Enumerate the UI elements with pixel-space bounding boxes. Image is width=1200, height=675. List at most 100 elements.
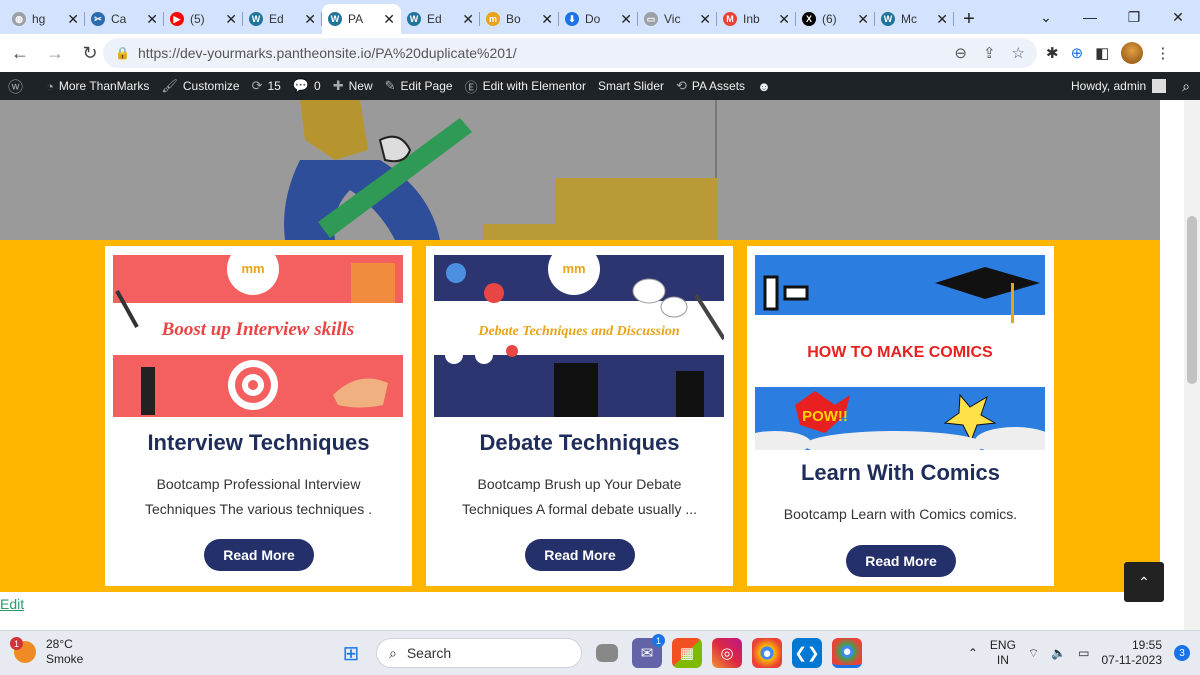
browser-tab[interactable]: m Bo ✕ <box>480 4 559 34</box>
my-account-item[interactable]: Howdy, admin <box>1065 72 1172 100</box>
forward-button[interactable]: → <box>40 43 70 64</box>
scroll-to-top-button[interactable]: ⌃ <box>1124 562 1164 602</box>
reload-button[interactable]: ↻ <box>75 43 105 64</box>
card-title[interactable]: Interview Techniques <box>105 430 412 456</box>
chrome-icon[interactable]: ● <box>832 638 862 668</box>
tab-close-icon[interactable]: ✕ <box>67 11 79 28</box>
clock[interactable]: 19:55 07-11-2023 <box>1102 638 1163 668</box>
volume-icon[interactable]: 🔈 <box>1051 646 1066 660</box>
tab-close-icon[interactable]: ✕ <box>462 11 474 28</box>
tab-favicon-icon: ▭ <box>644 12 658 26</box>
admin-search-item[interactable]: ⌕ <box>1172 72 1200 100</box>
comments-item[interactable]: 💬 0 <box>287 72 327 100</box>
tab-close-icon[interactable]: ✕ <box>699 11 711 28</box>
profile-avatar[interactable] <box>1121 42 1144 64</box>
wp-logo[interactable]: ⓦ <box>0 72 40 100</box>
side-panel-icon[interactable]: ◧ <box>1095 44 1109 62</box>
wifi-icon[interactable]: ⌔ <box>1028 646 1039 661</box>
tab-close-icon[interactable]: ✕ <box>146 11 158 28</box>
zoom-icon[interactable]: ⊖ <box>954 44 967 62</box>
edit-link[interactable]: Edit <box>0 596 24 612</box>
tab-title: Bo <box>506 12 521 26</box>
tab-title: hg <box>32 12 46 26</box>
new-tab-button[interactable]: + <box>954 4 984 34</box>
browser-tab[interactable]: ✂ Ca ✕ <box>85 4 164 34</box>
vscode-icon[interactable]: ❮❯ <box>792 638 822 668</box>
notification-badge[interactable]: 3 <box>1174 645 1190 661</box>
updates-item[interactable]: ⟳ 15 <box>246 72 287 100</box>
taskbar-search[interactable]: ⌕ Search <box>376 638 582 668</box>
site-name-item[interactable]: ◔ More ThanMarks <box>40 72 155 100</box>
browser-tab[interactable]: W Ed ✕ <box>401 4 480 34</box>
instagram-icon[interactable]: ◎ <box>712 638 742 668</box>
customize-item[interactable]: 🖌 Customize <box>155 72 245 100</box>
read-more-button[interactable]: Read More <box>204 539 314 571</box>
new-content-item[interactable]: ✚ New <box>327 72 379 100</box>
tab-close-icon[interactable]: ✕ <box>304 11 316 28</box>
tab-close-icon[interactable]: ✕ <box>541 11 553 28</box>
tab-close-icon[interactable]: ✕ <box>936 11 948 28</box>
browser-tab[interactable]: X (6) ✕ <box>796 4 875 34</box>
language-indicator[interactable]: ENG IN <box>990 638 1016 668</box>
tab-search-icon[interactable]: ⌄ <box>1024 9 1068 26</box>
tab-close-icon[interactable]: ✕ <box>778 11 790 28</box>
browser-tab[interactable]: W Ed ✕ <box>243 4 322 34</box>
scrollbar-thumb[interactable] <box>1187 216 1197 384</box>
elementor-item[interactable]: Ⓔ Edit with Elementor <box>459 72 592 100</box>
hero-image <box>0 100 1160 240</box>
smiley-item[interactable]: ☻ <box>751 72 782 100</box>
chat-icon[interactable]: ✉ 1 <box>632 634 665 668</box>
card-thumbnail[interactable]: mm Boost up Interview skills <box>113 255 403 417</box>
page-scrollbar[interactable] <box>1184 100 1200 630</box>
dashboard-icon: ◔ <box>46 78 54 94</box>
browser-tab[interactable]: ▶ (5) ✕ <box>164 4 243 34</box>
close-window-button[interactable]: ✕ <box>1156 9 1200 26</box>
address-bar[interactable]: 🔒 https://dev-yourmarks.pantheonsite.io/… <box>103 38 1037 68</box>
pa-assets-item[interactable]: ⟲ PA Assets <box>670 72 751 100</box>
browser-tab[interactable]: M Inb ✕ <box>717 4 796 34</box>
lock-icon[interactable]: 🔒 <box>115 46 130 60</box>
browser-tab[interactable]: ◍ hg ✕ <box>6 4 85 34</box>
browser-tab[interactable]: ▭ Vic ✕ <box>638 4 717 34</box>
task-view-icon[interactable] <box>596 644 618 662</box>
share-icon[interactable]: ⇪ <box>983 44 996 62</box>
tab-favicon-icon: ⬇ <box>565 12 579 26</box>
extensions-puzzle-icon[interactable]: ✱ <box>1046 44 1059 62</box>
course-card: HOW TO MAKE COMICS POW!! Learn With Comi… <box>747 246 1054 586</box>
start-button[interactable]: ⊞ <box>336 638 366 668</box>
customize-label: Customize <box>182 79 240 93</box>
microsoft-store-icon[interactable]: ▦ <box>672 638 702 668</box>
tab-close-icon[interactable]: ✕ <box>383 11 395 28</box>
download-icon[interactable]: ⊕ <box>1071 44 1084 62</box>
browser-toolbar: ← → ↻ 🔒 https://dev-yourmarks.pantheonsi… <box>0 34 1200 72</box>
card-title[interactable]: Learn With Comics <box>747 460 1054 486</box>
svg-text:mm: mm <box>562 261 585 276</box>
banner-title: HOW TO MAKE COMICS <box>807 344 993 361</box>
tab-close-icon[interactable]: ✕ <box>620 11 632 28</box>
battery-icon[interactable]: ▭ <box>1078 646 1089 660</box>
read-more-button[interactable]: Read More <box>525 539 635 571</box>
new-label: New <box>348 79 373 93</box>
browser-tab[interactable]: W Mc ✕ <box>875 4 954 34</box>
chrome-canary-icon[interactable]: ● <box>752 638 782 668</box>
interview-banner: mm Boost up Interview skills <box>113 255 403 417</box>
tab-close-icon[interactable]: ✕ <box>857 11 869 28</box>
back-button[interactable]: ← <box>5 43 35 64</box>
browser-tab[interactable]: W PA ✕ <box>322 4 401 34</box>
weather-widget[interactable]: 1 28°C Smoke <box>10 637 83 667</box>
restore-button[interactable]: ❐ <box>1112 9 1156 26</box>
read-more-button[interactable]: Read More <box>846 545 956 577</box>
card-thumbnail[interactable]: mm Debate Techniques and Discussion <box>434 255 724 417</box>
chrome-menu-icon[interactable]: ⋮ <box>1155 44 1170 62</box>
browser-tab[interactable]: ⬇ Do ✕ <box>559 4 638 34</box>
smart-slider-item[interactable]: Smart Slider <box>592 72 670 100</box>
tab-close-icon[interactable]: ✕ <box>225 11 237 28</box>
banner-title: Debate Techniques and Discussion <box>477 324 680 339</box>
bookmark-star-icon[interactable]: ☆ <box>1012 44 1025 62</box>
card-title[interactable]: Debate Techniques <box>426 430 733 456</box>
brush-icon: 🖌 <box>161 78 178 93</box>
minimize-button[interactable]: — <box>1068 9 1112 25</box>
tray-overflow-icon[interactable]: ⌃ <box>968 646 978 660</box>
edit-page-item[interactable]: ✎ Edit Page <box>379 72 459 100</box>
card-thumbnail[interactable]: HOW TO MAKE COMICS POW!! <box>755 255 1045 450</box>
